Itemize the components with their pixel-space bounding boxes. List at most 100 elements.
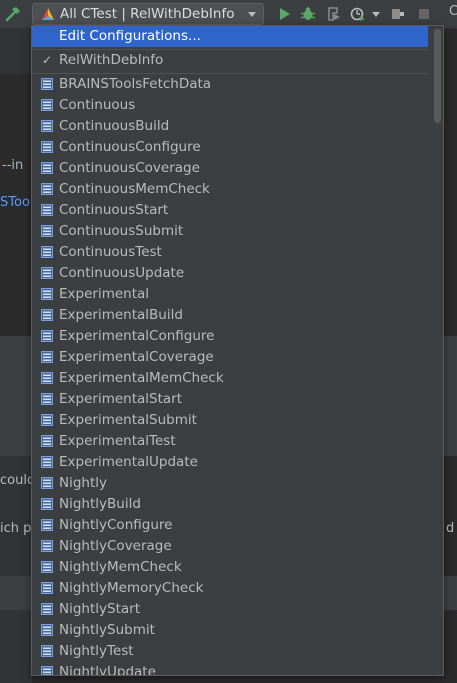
stop-icon[interactable]: [416, 6, 432, 22]
editor-link-fragment: STooi: [0, 195, 34, 210]
target-label: ExperimentalUpdate: [59, 454, 198, 470]
panel-divider-band: [0, 576, 32, 610]
debug-icon[interactable]: [300, 6, 316, 22]
panel-text-fragment-3: d c: [446, 521, 457, 536]
target-label: ContinuousTest: [59, 244, 162, 260]
edit-configurations-item[interactable]: Edit Configurations...: [32, 26, 428, 47]
target-label: ContinuousCoverage: [59, 160, 200, 176]
target-label: ExperimentalCoverage: [59, 349, 214, 365]
target-item[interactable]: ExperimentalBuild: [32, 305, 428, 326]
target-item[interactable]: NightlyMemoryCheck: [32, 578, 428, 599]
target-icon: [41, 603, 53, 615]
coverage-icon[interactable]: [326, 6, 342, 22]
target-item[interactable]: ExperimentalConfigure: [32, 326, 428, 347]
target-icon: [41, 120, 53, 132]
target-item[interactable]: ContinuousMemCheck: [32, 179, 428, 200]
target-icon: [41, 372, 53, 384]
target-label: NightlyUpdate: [59, 664, 156, 676]
run-icon[interactable]: [276, 6, 292, 22]
target-label: NightlyMemCheck: [59, 559, 182, 575]
panel-band: [0, 336, 32, 456]
right-edge-panel-lower: [444, 576, 457, 610]
target-label: ContinuousStart: [59, 202, 169, 218]
target-icon: [41, 78, 53, 90]
target-icon: [41, 414, 53, 426]
target-icon: [41, 183, 53, 195]
target-label: ExperimentalBuild: [59, 307, 183, 323]
target-item[interactable]: NightlyCoverage: [32, 536, 428, 557]
target-icon: [41, 582, 53, 594]
target-label: ContinuousBuild: [59, 118, 170, 134]
target-item[interactable]: ContinuousUpdate: [32, 263, 428, 284]
target-icon: [41, 141, 53, 153]
panel-text-fragment-2: ich p: [0, 521, 32, 536]
hammer-icon[interactable]: [4, 6, 22, 22]
target-item[interactable]: ContinuousBuild: [32, 116, 428, 137]
target-item[interactable]: NightlySubmit: [32, 620, 428, 641]
target-label: ExperimentalMemCheck: [59, 370, 224, 386]
target-label: ContinuousMemCheck: [59, 181, 210, 197]
editor-text-fragment: --in: [2, 158, 24, 173]
target-label: ExperimentalStart: [59, 391, 183, 407]
target-item[interactable]: ContinuousSubmit: [32, 221, 428, 242]
chevron-down-icon: [248, 12, 256, 17]
target-item[interactable]: Nightly: [32, 473, 428, 494]
target-item[interactable]: NightlyUpdate: [32, 662, 428, 676]
target-item[interactable]: ContinuousConfigure: [32, 137, 428, 158]
target-icon: [41, 309, 53, 321]
target-icon: [41, 456, 53, 468]
target-item[interactable]: NightlyMemCheck: [32, 557, 428, 578]
target-item[interactable]: ExperimentalStart: [32, 389, 428, 410]
target-label: NightlySubmit: [59, 622, 155, 638]
target-label: Experimental: [59, 286, 150, 302]
target-icon: [41, 645, 53, 657]
target-item[interactable]: ContinuousStart: [32, 200, 428, 221]
attach-icon[interactable]: [390, 6, 406, 22]
run-configuration-label: All CTest | RelWithDebInfo: [60, 6, 235, 22]
target-label: BRAINSToolsFetchData: [59, 76, 212, 92]
target-icon: [41, 99, 53, 111]
target-item[interactable]: ContinuousTest: [32, 242, 428, 263]
target-item[interactable]: NightlyStart: [32, 599, 428, 620]
target-item[interactable]: ExperimentalCoverage: [32, 347, 428, 368]
edit-configurations-label: Edit Configurations...: [59, 28, 201, 44]
profile-icon[interactable]: [350, 6, 366, 22]
profile-dropdown-icon[interactable]: [372, 12, 380, 17]
target-label: ContinuousUpdate: [59, 265, 185, 281]
target-icon: [41, 666, 53, 675]
target-item[interactable]: BRAINSToolsFetchData: [32, 74, 428, 95]
target-item[interactable]: ContinuousCoverage: [32, 158, 428, 179]
target-item[interactable]: NightlyBuild: [32, 494, 428, 515]
target-label: ExperimentalSubmit: [59, 412, 197, 428]
cmake-icon: [42, 8, 54, 20]
target-icon: [41, 624, 53, 636]
target-item[interactable]: NightlyTest: [32, 641, 428, 662]
build-type-label: RelWithDebInfo: [59, 52, 164, 68]
target-item[interactable]: Experimental: [32, 284, 428, 305]
build-type-item-relwithdebinfo[interactable]: ✓ RelWithDebInfo: [32, 50, 428, 71]
target-label: NightlyTest: [59, 643, 134, 659]
target-icon: [41, 225, 53, 237]
target-icon: [41, 351, 53, 363]
target-item[interactable]: ExperimentalMemCheck: [32, 368, 428, 389]
editor-gutter-band: [0, 29, 32, 74]
target-item[interactable]: ExperimentalSubmit: [32, 410, 428, 431]
target-label: ContinuousSubmit: [59, 223, 184, 239]
target-item[interactable]: ExperimentalTest: [32, 431, 428, 452]
target-icon: [41, 435, 53, 447]
toolbar-overflow-text: C: [449, 4, 457, 19]
target-icon: [41, 561, 53, 573]
target-label: ExperimentalConfigure: [59, 328, 215, 344]
run-configuration-popup: Edit Configurations... ✓ RelWithDebInfo …: [31, 25, 444, 676]
target-icon: [41, 393, 53, 405]
target-item[interactable]: ExperimentalUpdate: [32, 452, 428, 473]
target-item[interactable]: NightlyConfigure: [32, 515, 428, 536]
popup-scrollbar[interactable]: [434, 29, 441, 123]
target-icon: [41, 519, 53, 531]
target-label: NightlyMemoryCheck: [59, 580, 204, 596]
target-item[interactable]: Continuous: [32, 95, 428, 116]
target-label: NightlyStart: [59, 601, 140, 617]
panel-text-fragment: could: [0, 473, 36, 488]
run-configuration-selector[interactable]: All CTest | RelWithDebInfo: [32, 3, 264, 25]
target-icon: [41, 498, 53, 510]
